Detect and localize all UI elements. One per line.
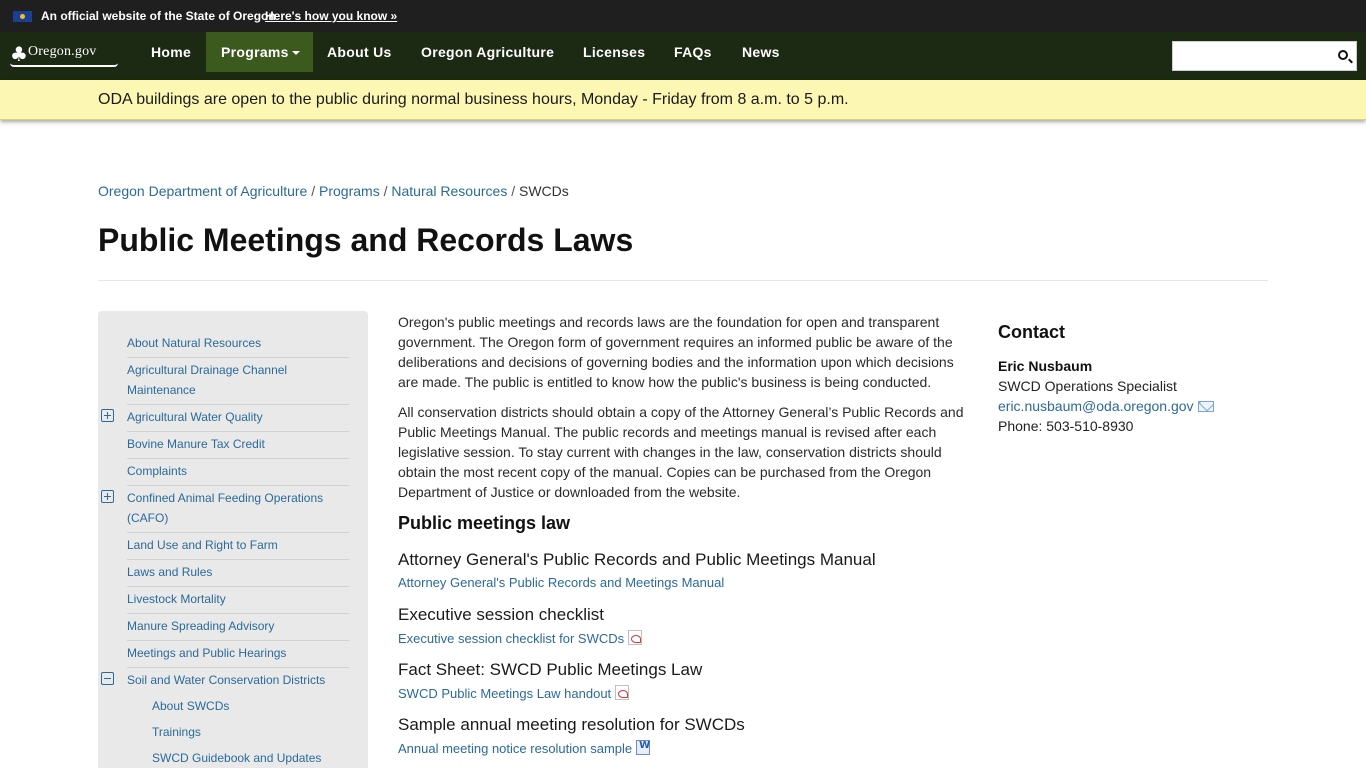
caret-down-icon [291,51,300,56]
sidebar-item-swcd[interactable]: Soil and Water Conservation Districts [127,670,349,694]
contact-role: SWCD Operations Specialist [998,378,1177,394]
breadcrumb-oda[interactable]: Oregon Department of Agriculture [98,183,307,199]
contact-name: Eric Nusbaum [998,358,1093,374]
oregon-flag-icon [13,11,32,22]
sidebar-item-water-quality[interactable]: Agricultural Water Quality [127,407,349,432]
page-title: Public Meetings and Records Laws [98,222,634,258]
nav-home[interactable]: Home [151,32,191,72]
document-title: Executive session checklist [398,605,604,624]
contact-email-link[interactable]: eric.nusbaum@oda.oregon.gov [998,398,1214,414]
document-title: Sample annual meeting resolution for SWC… [398,715,745,734]
document-link-label: SWCD Public Meetings Law handout [398,686,612,701]
document-link-meetings-handout[interactable]: SWCD Public Meetings Law handout [398,685,630,701]
breadcrumb-separator: / [311,183,316,199]
sidebar-subitem-about-swcds[interactable]: About SWCDs [152,696,349,720]
search-icon[interactable] [1338,50,1348,60]
section-heading: Public meetings law [398,513,571,533]
main-content: Oregon's public meetings and records law… [398,312,968,512]
nav-oregon-agriculture[interactable]: Oregon Agriculture [421,32,554,72]
document-link-resolution-sample[interactable]: Annual meeting notice resolution sample [398,740,650,756]
sidebar-subitem-guidebook[interactable]: SWCD Guidebook and Updates [152,748,349,768]
document-title: Fact Sheet: SWCD Public Meetings Law [398,660,703,679]
logo-swoosh [10,63,118,67]
document-link-label: Executive session checklist for SWCDs [398,631,625,646]
contact-email-text: eric.nusbaum@oda.oregon.gov [998,398,1194,414]
word-doc-icon [636,740,650,755]
nav-news[interactable]: News [742,32,780,72]
document-link-ag-manual[interactable]: Attorney General's Public Records and Me… [398,575,724,590]
contact-heading: Contact [998,322,1065,342]
nav-programs[interactable]: Programs [206,32,313,72]
sidebar-item-bovine-manure[interactable]: Bovine Manure Tax Credit [127,434,349,459]
breadcrumb-natural-resources[interactable]: Natural Resources [391,183,507,199]
sidebar-item-complaints[interactable]: Complaints [127,461,349,486]
oregon-gov-logo[interactable]: ♣ Oregon.gov [6,39,118,73]
collapse-minus-icon[interactable] [101,672,114,685]
breadcrumb-separator: / [383,183,388,199]
nav-faqs[interactable]: FAQs [674,32,712,72]
sidebar-item-laws-rules[interactable]: Laws and Rules [127,562,349,587]
manual-paragraph: All conservation districts should obtain… [398,404,964,500]
nav-about-us[interactable]: About Us [327,32,392,72]
alert-text: ODA buildings are open to the public dur… [98,91,849,108]
sidebar-item-land-use[interactable]: Land Use and Right to Farm [127,535,349,560]
nav-programs-label: Programs [221,44,289,60]
expand-plus-icon[interactable] [101,409,114,422]
sidebar-item-cafo[interactable]: Confined Animal Feeding Operations (CAFO… [127,488,349,533]
document-link-label: Annual meeting notice resolution sample [398,741,633,756]
sidebar-item-manure-spreading[interactable]: Manure Spreading Advisory [127,616,349,641]
document-link-label: Attorney General's Public Records and Me… [398,575,725,590]
mail-icon [1197,401,1214,412]
official-site-banner: An official website of the State of Oreg… [0,0,1366,32]
breadcrumb-programs[interactable]: Programs [319,183,380,199]
document-title: Attorney General's Public Records and Pu… [398,550,876,569]
nav-licenses[interactable]: Licenses [583,32,645,72]
expand-plus-icon[interactable] [101,490,114,503]
title-divider [98,280,1268,281]
hours-alert-banner: ODA buildings are open to the public dur… [0,80,1366,120]
sidebar-item-about-natural-resources[interactable]: About Natural Resources [127,333,349,358]
pdf-icon [615,685,630,700]
official-site-text: An official website of the State of Oreg… [41,9,276,23]
sidebar-item-meetings[interactable]: Meetings and Public Hearings [127,643,349,668]
contact-phone: Phone: 503-510-8930 [998,418,1134,434]
main-navbar: ♣ Oregon.gov Home Programs About Us Oreg… [0,32,1366,80]
breadcrumb-current: SWCDs [518,183,569,199]
sidebar-item-livestock-mortality[interactable]: Livestock Mortality [127,589,349,614]
logo-text: Oregon.gov [28,44,97,59]
heres-how-you-know-link[interactable]: Here's how you know » [265,9,397,23]
breadcrumb-separator: / [511,183,516,199]
sidebar-nav: About Natural Resources Agricultural Dra… [98,311,368,768]
sidebar-item-drainage-channel[interactable]: Agricultural Drainage Channel Maintenanc… [127,360,349,405]
breadcrumb: Oregon Department of Agriculture / Progr… [98,183,569,199]
sidebar-subitem-trainings[interactable]: Trainings [152,722,349,746]
intro-paragraph: Oregon's public meetings and records law… [398,314,954,390]
pdf-icon [628,630,643,645]
document-link-exec-checklist[interactable]: Executive session checklist for SWCDs [398,630,643,646]
search-input[interactable] [1172,41,1357,71]
